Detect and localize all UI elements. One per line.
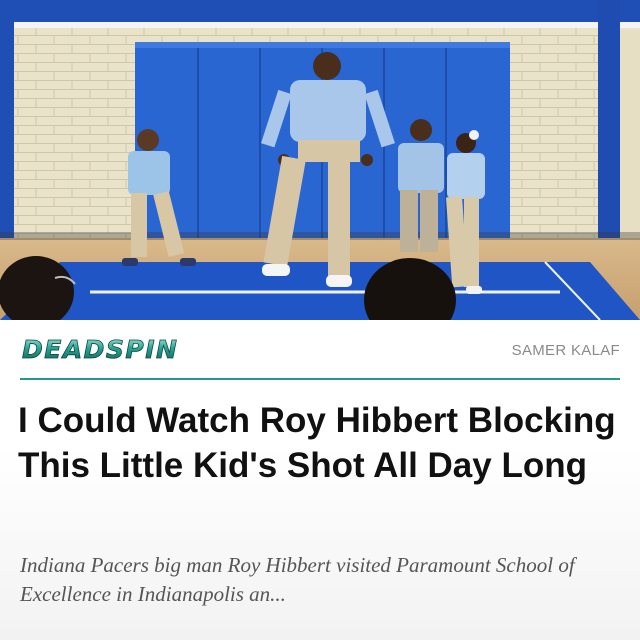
article-photo[interactable] (0, 0, 640, 320)
article-summary: Indiana Pacers big man Roy Hibbert visit… (20, 553, 575, 606)
brand-row: DEADSPIN SAMER KALAF (20, 332, 620, 368)
author-byline[interactable]: SAMER KALAF (512, 342, 620, 359)
header-divider (20, 378, 620, 380)
deadspin-logo[interactable]: DEADSPIN (20, 334, 210, 364)
article-headline[interactable]: I Could Watch Roy Hibbert Blocking This … (18, 398, 622, 488)
gym-scene-image (0, 0, 640, 320)
article-card[interactable]: DEADSPIN SAMER KALAF I Could Watch Roy H… (0, 0, 640, 640)
logo-wordmark: DEADSPIN (22, 335, 178, 364)
